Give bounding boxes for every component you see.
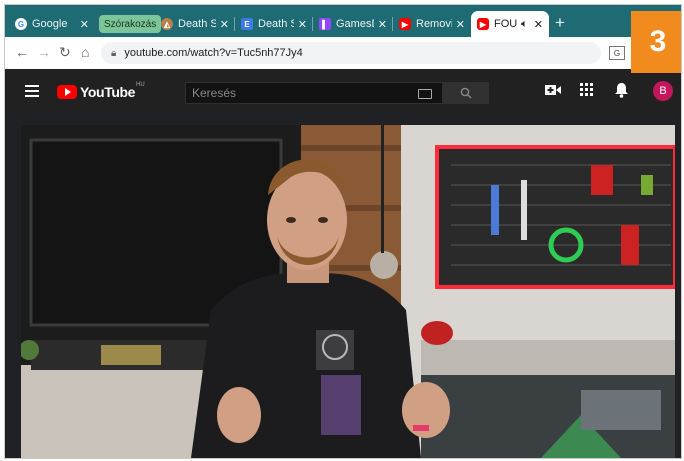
menu-icon[interactable] bbox=[25, 85, 39, 97]
youtube-play-icon bbox=[57, 85, 77, 99]
search-button[interactable] bbox=[443, 82, 489, 104]
tab-death-stranding-1[interactable]: ◭ Death S ✕ bbox=[155, 11, 235, 37]
back-arrow-icon[interactable]: ← bbox=[15, 44, 29, 60]
translate-icon[interactable]: G bbox=[609, 46, 625, 60]
forward-arrow-icon[interactable]: → bbox=[37, 44, 51, 60]
tab-google[interactable]: G Google ✕ bbox=[9, 11, 95, 37]
tab-death-stranding-2[interactable]: E Death S ✕ bbox=[235, 11, 313, 37]
close-icon[interactable]: ✕ bbox=[456, 18, 465, 31]
youtube-logo[interactable]: YouTube HU bbox=[57, 82, 145, 100]
apps-grid-icon[interactable] bbox=[580, 83, 593, 99]
home-icon[interactable]: ⌂ bbox=[81, 44, 89, 60]
browser-toolbar: ← → ↻ ⌂ 🔒︎ youtube.com/watch?v=Tuc5nh77J… bbox=[5, 37, 681, 70]
browser-window: G Google ✕ Szórakozás ◭ Death S ✕ E Deat… bbox=[4, 4, 682, 459]
reload-icon[interactable]: ↻ bbox=[59, 44, 71, 61]
tab-group-chip[interactable]: Szórakozás bbox=[99, 15, 162, 33]
close-icon[interactable]: ✕ bbox=[534, 18, 543, 31]
lock-icon: 🔒︎ bbox=[111, 47, 117, 59]
speaker-icon[interactable]: 🔈︎ bbox=[521, 18, 528, 31]
tab-active-youtube[interactable]: ▶ FOU 🔈︎ ✕ bbox=[471, 11, 549, 37]
tab-removi[interactable]: ▶ Removi ✕ bbox=[393, 11, 471, 37]
create-video-icon[interactable] bbox=[545, 83, 561, 100]
tab-gamesd[interactable]: ▌ GamesD ✕ bbox=[313, 11, 393, 37]
youtube-header: YouTube HU B bbox=[5, 69, 681, 113]
youtube-icon: ▶ bbox=[477, 18, 489, 30]
twitch-icon: ▌ bbox=[319, 18, 331, 30]
close-icon[interactable]: ✕ bbox=[220, 18, 229, 31]
new-tab-button[interactable]: + bbox=[555, 13, 565, 33]
address-bar[interactable]: 🔒︎ youtube.com/watch?v=Tuc5nh77Jy4 bbox=[101, 42, 601, 64]
avatar[interactable]: B bbox=[653, 81, 673, 101]
close-icon[interactable]: ✕ bbox=[378, 18, 387, 31]
notifications-bell-icon[interactable] bbox=[615, 83, 628, 101]
google-icon: G bbox=[15, 18, 27, 30]
video-frame bbox=[21, 125, 675, 458]
search-input[interactable] bbox=[186, 85, 414, 101]
video-player[interactable] bbox=[21, 125, 675, 458]
close-icon[interactable]: ✕ bbox=[80, 18, 89, 31]
tab-strip: G Google ✕ Szórakozás ◭ Death S ✕ E Deat… bbox=[5, 5, 681, 37]
step-badge: 3 bbox=[631, 11, 681, 73]
search-box bbox=[185, 82, 443, 104]
search-icon bbox=[460, 87, 472, 99]
death-stranding-icon: ◭ bbox=[161, 18, 173, 30]
keyboard-icon[interactable] bbox=[418, 89, 432, 99]
address-url: youtube.com/watch?v=Tuc5nh77Jy4 bbox=[124, 47, 303, 59]
close-icon[interactable]: ✕ bbox=[298, 18, 307, 31]
youtube-icon: ▶ bbox=[399, 18, 411, 30]
document-e-icon: E bbox=[241, 18, 253, 30]
